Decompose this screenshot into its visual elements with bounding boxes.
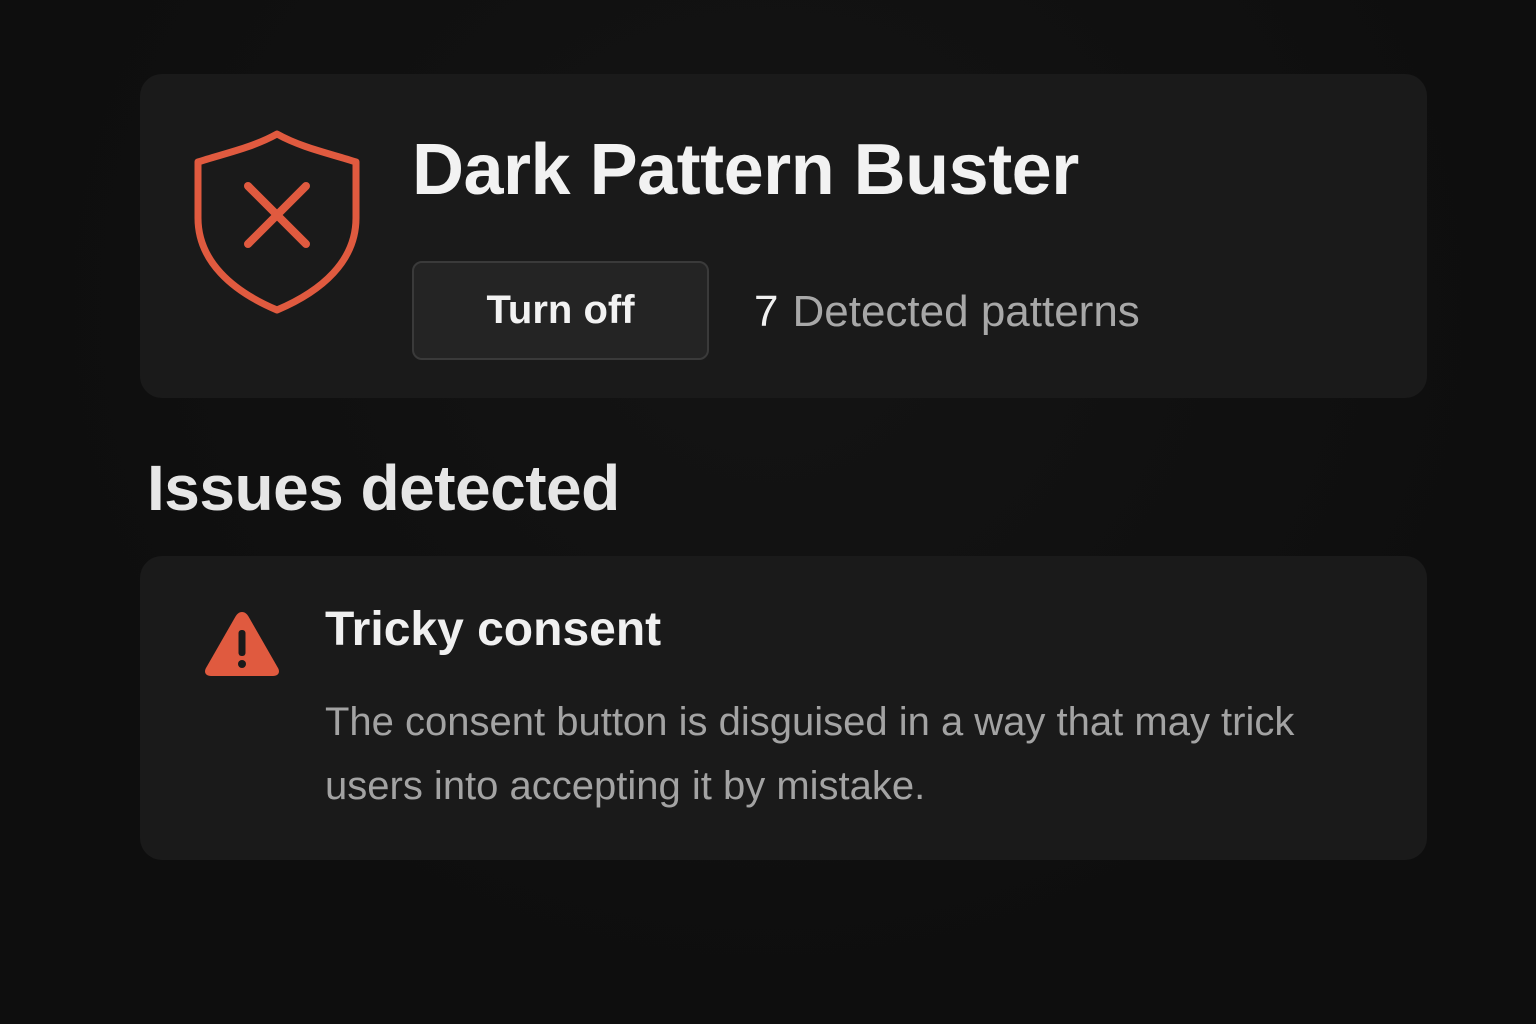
turn-off-button[interactable]: Turn off (412, 261, 709, 360)
shield-x-icon (194, 130, 360, 314)
extension-panel: Dark Pattern Buster Turn off 7 Detected p… (0, 0, 1536, 1024)
issue-description: The consent button is disguised in a way… (325, 700, 1295, 808)
app-title: Dark Pattern Buster (412, 130, 1079, 210)
warning-icon (205, 612, 279, 676)
detected-label: Detected patterns (792, 287, 1140, 336)
issue-title: Tricky consent (325, 603, 662, 656)
header-card: Dark Pattern Buster Turn off 7 Detected p… (140, 74, 1427, 398)
detected-count: 7 (754, 287, 779, 336)
issues-heading: Issues detected (147, 452, 620, 524)
issue-card: Tricky consent The consent button is dis… (140, 556, 1427, 860)
detected-summary: 7 Detected patterns (754, 284, 1140, 340)
